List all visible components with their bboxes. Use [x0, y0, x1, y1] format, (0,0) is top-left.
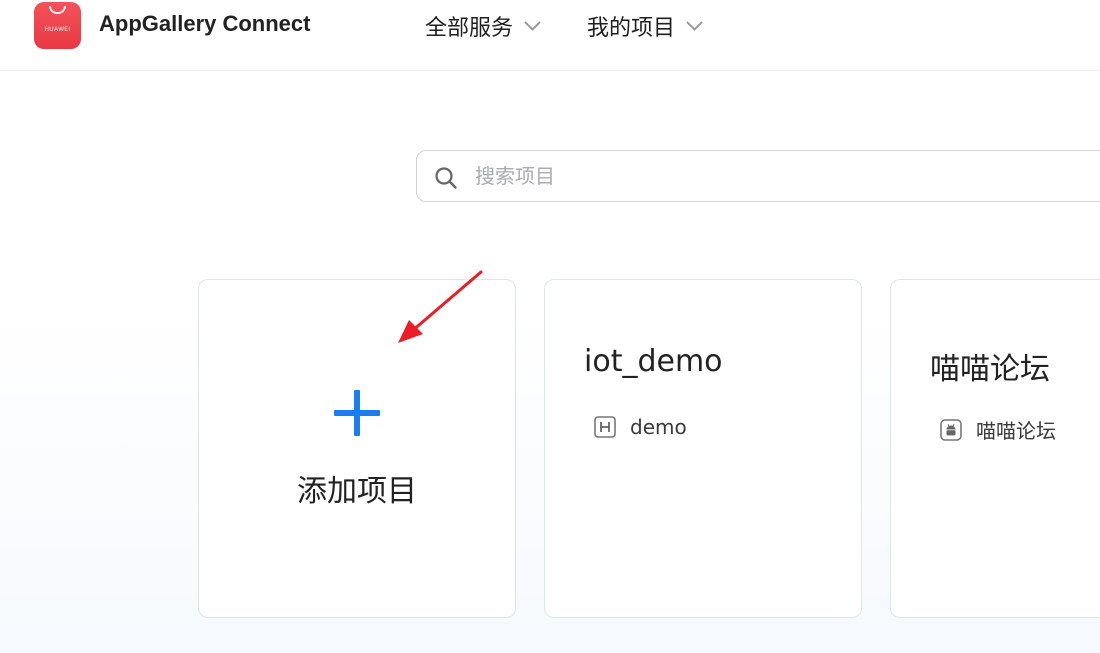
add-project-label: 添加项目 — [297, 474, 417, 509]
plus-icon — [334, 390, 380, 436]
harmony-h-icon — [594, 416, 616, 438]
nav-my-projects[interactable]: 我的项目 — [587, 11, 704, 41]
project-card[interactable]: 喵喵论坛 喵喵论坛 — [890, 279, 1100, 618]
page: HUAWEI AppGallery Connect 全部服务 我的项目 搜索项目… — [0, 0, 1100, 653]
app-name: demo — [630, 415, 687, 439]
nav-all-services[interactable]: 全部服务 — [425, 11, 542, 41]
project-card[interactable]: iot_demo demo — [544, 279, 862, 618]
project-app-item[interactable]: demo — [594, 415, 687, 439]
project-name: 喵喵论坛 — [930, 352, 1050, 387]
search-icon — [435, 167, 457, 189]
project-name: iot_demo — [584, 344, 723, 379]
nav-all-services-label: 全部服务 — [425, 16, 514, 41]
nav-my-projects-label: 我的项目 — [587, 16, 676, 41]
add-project-card[interactable]: 添加项目 — [198, 279, 516, 618]
app-name: 喵喵论坛 — [976, 419, 1056, 443]
project-app-item[interactable]: 喵喵论坛 — [940, 415, 1056, 444]
project-search[interactable] — [416, 150, 1100, 202]
shopping-bag-icon — [49, 6, 66, 14]
logo-brand-text: HUAWEI — [44, 26, 71, 33]
chevron-down-icon — [524, 21, 541, 31]
android-icon — [940, 418, 962, 441]
chevron-down-icon — [686, 21, 703, 31]
search-input[interactable] — [475, 159, 1075, 193]
huawei-appgallery-logo[interactable]: HUAWEI — [34, 2, 81, 49]
app-title[interactable]: AppGallery Connect — [99, 11, 310, 37]
top-bar: HUAWEI AppGallery Connect 全部服务 我的项目 — [0, 0, 1100, 71]
